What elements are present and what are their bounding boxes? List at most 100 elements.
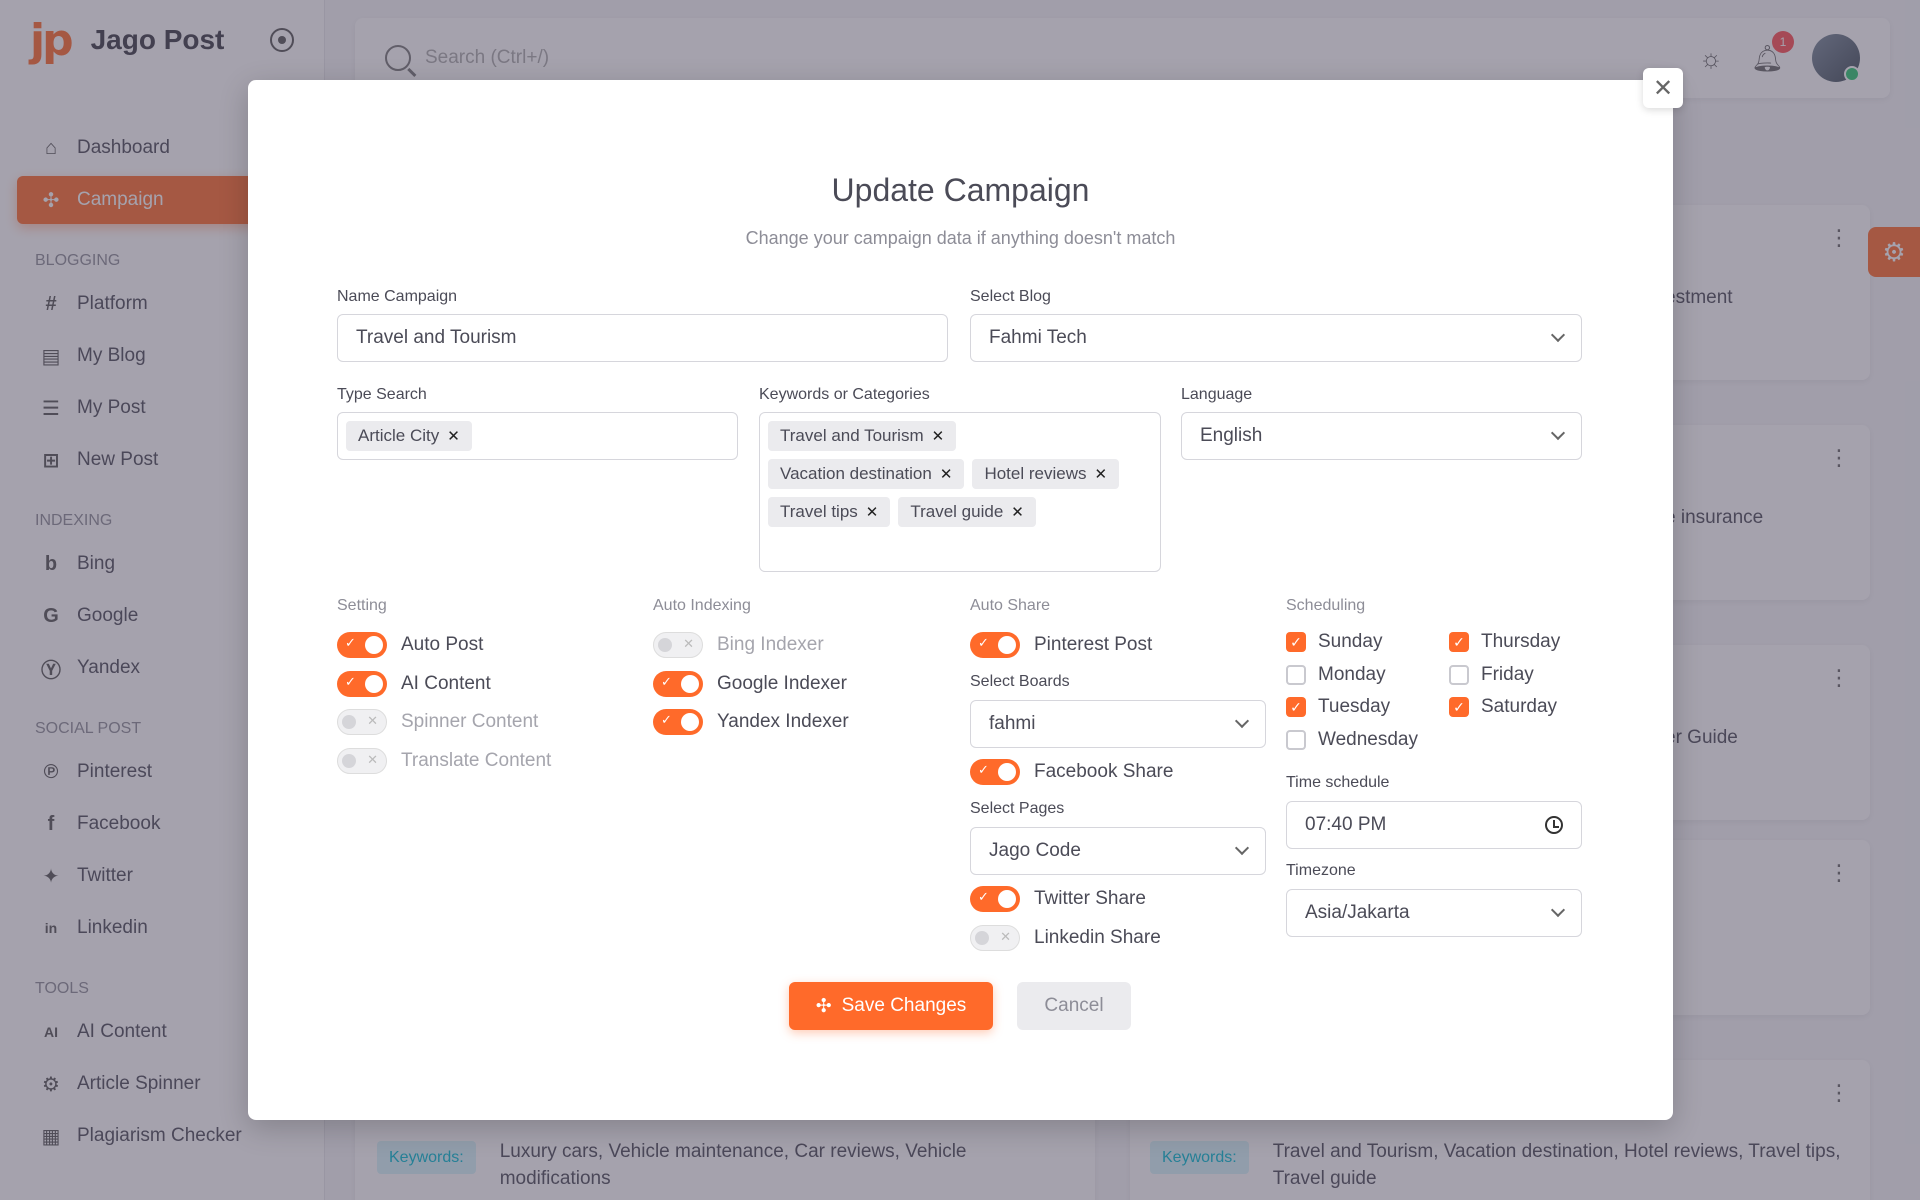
- tag-label: Hotel reviews: [984, 464, 1087, 483]
- modal-title: Update Campaign: [831, 172, 1090, 208]
- day-checkbox-friday[interactable]: Friday: [1449, 664, 1534, 686]
- remove-tag-icon[interactable]: ✕: [940, 465, 953, 483]
- day-label: Friday: [1481, 663, 1534, 685]
- twitter-share-toggle[interactable]: ✓ Twitter Share: [970, 886, 1146, 912]
- google-indexer-toggle[interactable]: ✓ Google Indexer: [653, 670, 847, 697]
- day-checkbox-saturday[interactable]: ✓ Saturday: [1449, 696, 1557, 718]
- select-boards-label: Select Boards: [970, 673, 1070, 690]
- keywords-categories-input[interactable]: Travel and Tourism ✕ Vacation destination ✕…: [759, 412, 1161, 572]
- toggle-switch[interactable]: ✕: [337, 709, 387, 735]
- tag-label: Travel and Tourism: [780, 426, 924, 445]
- type-search-label: Type Search: [337, 386, 427, 403]
- toggle-switch[interactable]: ✓: [337, 670, 387, 697]
- time-schedule-value: 07:40 PM: [1305, 814, 1387, 835]
- select-boards-dropdown[interactable]: fahmi: [970, 700, 1266, 748]
- select-boards-value: fahmi: [989, 713, 1036, 734]
- day-checkbox-tuesday[interactable]: ✓ Tuesday: [1286, 696, 1390, 718]
- remove-tag-icon[interactable]: ✕: [1011, 503, 1024, 521]
- toggle-switch[interactable]: ✕: [970, 925, 1020, 951]
- modal-subtitle: Change your campaign data if anything do…: [745, 228, 1176, 248]
- auto-post-toggle[interactable]: ✓ Auto Post: [337, 632, 483, 658]
- yandex-indexer-toggle[interactable]: ✓ Yandex Indexer: [653, 709, 849, 735]
- toggle-switch[interactable]: ✓: [970, 886, 1020, 912]
- toggle-switch[interactable]: ✓: [653, 709, 703, 735]
- toggle-label: Bing Indexer: [717, 634, 824, 655]
- day-label: Wednesday: [1318, 728, 1418, 750]
- language-label: Language: [1181, 386, 1253, 403]
- auto-share-heading: Auto Share: [970, 597, 1051, 614]
- tag-label: Travel tips: [780, 502, 858, 521]
- checkbox-empty-icon[interactable]: [1449, 664, 1469, 685]
- name-campaign-value: Travel and Tourism: [356, 327, 517, 348]
- translate-content-toggle[interactable]: ✕ Translate Content: [337, 747, 552, 774]
- name-campaign-label: Name Campaign: [337, 288, 458, 305]
- bing-indexer-toggle[interactable]: ✕ Bing Indexer: [653, 632, 824, 658]
- keywords-categories-label: Keywords or Categories: [759, 386, 930, 403]
- save-changes-button[interactable]: ✣ Save Changes: [789, 982, 993, 1030]
- checkbox-checked-icon[interactable]: ✓: [1286, 697, 1306, 717]
- checkbox-checked-icon[interactable]: ✓: [1449, 697, 1469, 717]
- language-dropdown[interactable]: English: [1181, 412, 1582, 460]
- remove-tag-icon[interactable]: ✕: [866, 503, 879, 521]
- pinterest-post-toggle[interactable]: ✓ Pinterest Post: [970, 632, 1152, 658]
- toggle-label: AI Content: [401, 672, 491, 694]
- tag-chip: Travel guide ✕: [898, 497, 1036, 527]
- toggle-switch[interactable]: ✓: [653, 670, 703, 697]
- update-campaign-modal: ✕ Update Campaign Change your campaign d…: [248, 68, 1683, 1120]
- toggle-label: Linkedin Share: [1034, 927, 1161, 948]
- day-checkbox-thursday[interactable]: ✓ Thursday: [1449, 631, 1560, 653]
- day-checkbox-sunday[interactable]: ✓ Sunday: [1286, 631, 1382, 653]
- remove-tag-icon[interactable]: ✕: [447, 427, 460, 445]
- linkedin-share-toggle[interactable]: ✕ Linkedin Share: [970, 925, 1161, 951]
- cancel-label: Cancel: [1044, 995, 1104, 1016]
- toggle-label: Translate Content: [401, 749, 552, 771]
- toggle-label: Spinner Content: [401, 711, 539, 732]
- day-checkbox-wednesday[interactable]: Wednesday: [1286, 729, 1418, 751]
- auto-indexing-heading: Auto Indexing: [653, 597, 751, 614]
- toggle-label: Google Indexer: [717, 672, 847, 694]
- name-campaign-input[interactable]: Travel and Tourism: [337, 314, 948, 362]
- checkbox-checked-icon[interactable]: ✓: [1286, 632, 1306, 652]
- save-changes-label: Save Changes: [841, 995, 967, 1016]
- select-blog-dropdown[interactable]: Fahmi Tech: [970, 314, 1582, 362]
- tag-chip: Vacation destination ✕: [768, 459, 965, 489]
- select-blog-label: Select Blog: [970, 288, 1051, 305]
- cancel-button[interactable]: Cancel: [1017, 982, 1131, 1030]
- campaign-icon: ✣: [815, 995, 832, 1017]
- ai-content-toggle[interactable]: ✓ AI Content: [337, 670, 491, 697]
- select-pages-dropdown[interactable]: Jago Code: [970, 827, 1266, 875]
- tag-chip: Hotel reviews ✕: [972, 459, 1120, 489]
- setting-heading: Setting: [337, 597, 387, 614]
- toggle-label: Pinterest Post: [1034, 634, 1153, 655]
- type-search-input[interactable]: Article City ✕: [337, 412, 738, 460]
- chevron-down-icon: [1550, 902, 1566, 918]
- chevron-down-icon: [1234, 840, 1250, 856]
- timezone-value: Asia/Jakarta: [1305, 902, 1410, 923]
- remove-tag-icon[interactable]: ✕: [932, 427, 945, 445]
- remove-tag-icon[interactable]: ✕: [1094, 465, 1107, 483]
- select-blog-value: Fahmi Tech: [989, 327, 1087, 348]
- time-schedule-label: Time schedule: [1286, 774, 1390, 791]
- timezone-dropdown[interactable]: Asia/Jakarta: [1286, 889, 1582, 937]
- time-schedule-input[interactable]: 07:40 PM: [1286, 801, 1582, 849]
- toggle-switch[interactable]: ✓: [337, 632, 387, 658]
- close-icon[interactable]: ✕: [1643, 68, 1683, 108]
- select-pages-label: Select Pages: [970, 800, 1065, 817]
- spinner-content-toggle[interactable]: ✕ Spinner Content: [337, 709, 538, 735]
- chevron-down-icon: [1550, 425, 1566, 441]
- day-label: Saturday: [1481, 696, 1558, 717]
- clock-icon[interactable]: [1545, 816, 1563, 834]
- checkbox-empty-icon[interactable]: [1286, 664, 1306, 685]
- toggle-switch[interactable]: ✓: [970, 632, 1020, 658]
- tag-label: Article City: [358, 426, 440, 445]
- select-pages-value: Jago Code: [989, 840, 1081, 861]
- facebook-share-toggle[interactable]: ✓ Facebook Share: [970, 759, 1173, 785]
- day-checkbox-monday[interactable]: Monday: [1286, 664, 1386, 686]
- checkbox-empty-icon[interactable]: [1286, 729, 1306, 750]
- language-value: English: [1200, 425, 1263, 446]
- checkbox-checked-icon[interactable]: ✓: [1449, 632, 1469, 652]
- timezone-label: Timezone: [1286, 862, 1356, 879]
- toggle-switch[interactable]: ✓: [970, 759, 1020, 785]
- toggle-switch[interactable]: ✕: [653, 632, 703, 658]
- toggle-switch[interactable]: ✕: [337, 747, 387, 774]
